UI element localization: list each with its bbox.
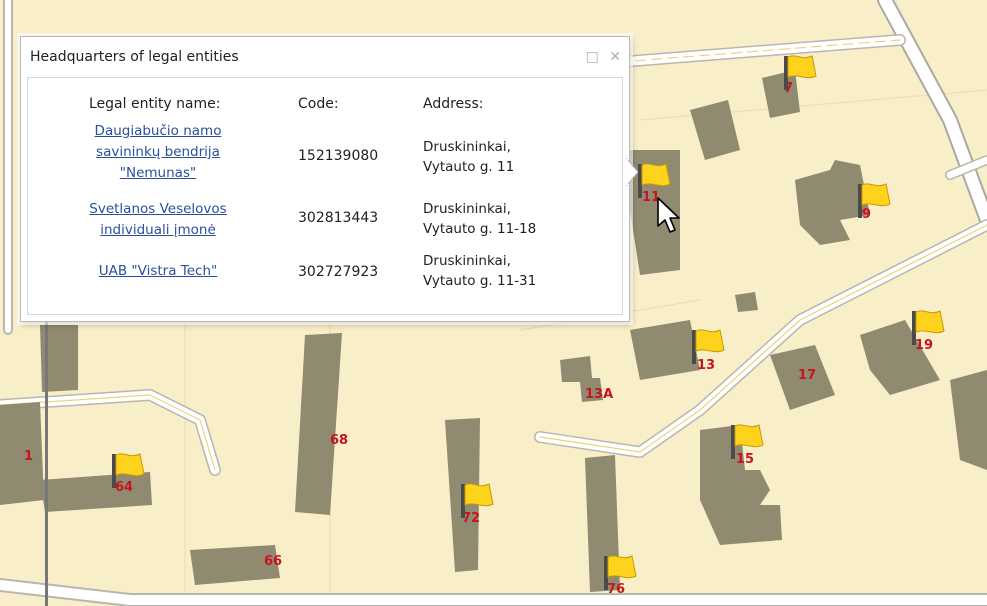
entity-name-link[interactable]: Daugiabučio namo savininkų bendrija "Nem… <box>68 121 248 184</box>
entity-address: Druskininkai, Vytauto g. 11-18 <box>423 201 537 237</box>
building-label-13a: 13A <box>585 387 614 402</box>
entity-code: 302813443 <box>298 210 379 226</box>
flag-icon[interactable] <box>636 160 676 200</box>
column-header-name: Legal entity name: <box>89 96 221 112</box>
building-label-17: 17 <box>798 368 817 383</box>
building-label-1: 1 <box>24 449 34 464</box>
popup-table: Legal entity name: Code: Address: Daugia… <box>27 77 623 315</box>
flag-icon[interactable] <box>459 480 499 520</box>
building-label-66: 66 <box>264 554 283 569</box>
flag-icon[interactable] <box>910 307 950 347</box>
entity-code: 302727923 <box>298 264 379 280</box>
entity-code: 152139080 <box>298 148 379 164</box>
entity-address: Druskininkai, Vytauto g. 11 <box>423 139 515 175</box>
flag-icon[interactable] <box>602 552 642 592</box>
close-icon[interactable]: ✕ <box>609 49 621 65</box>
mouse-cursor-icon <box>657 197 680 233</box>
entity-name-link[interactable]: UAB "Vistra Tech" <box>68 261 248 282</box>
popup-title: Headquarters of legal entities <box>30 49 239 65</box>
building-label-68: 68 <box>330 433 349 448</box>
column-header-address: Address: <box>423 96 484 112</box>
popup-pointer <box>626 158 639 186</box>
info-popup: Headquarters of legal entities □ ✕ Legal… <box>20 36 630 322</box>
bracket-line-left <box>45 308 48 606</box>
flag-icon[interactable] <box>856 180 896 220</box>
map-view[interactable]: 7 11 9 13 13A 17 19 15 1 64 68 72 66 76 … <box>0 0 987 606</box>
column-header-code: Code: <box>298 96 339 112</box>
flag-icon[interactable] <box>729 421 769 461</box>
flag-icon[interactable] <box>690 326 730 366</box>
popup-tools: □ ✕ <box>580 49 621 65</box>
entity-address: Druskininkai, Vytauto g. 11-31 <box>423 253 537 289</box>
entity-name-link[interactable]: Svetlanos Veselovos individuali įmonė <box>68 199 248 241</box>
flag-icon[interactable] <box>782 52 822 92</box>
minimize-icon[interactable]: □ <box>586 49 599 65</box>
flag-icon[interactable] <box>110 450 150 490</box>
